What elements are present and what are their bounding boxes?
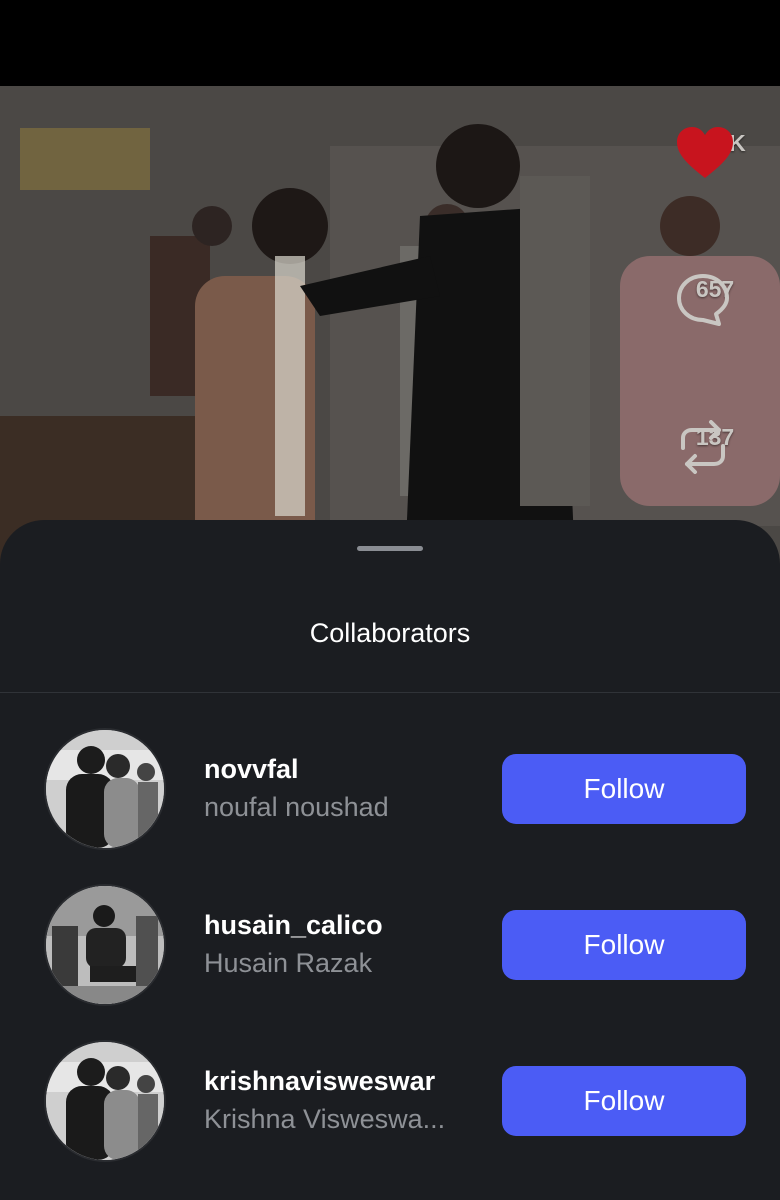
collaborator-name: Husain Razak [204,948,373,978]
collaborator-username[interactable]: husain_calico [204,910,383,941]
comment-icon [677,274,729,326]
heart-icon [677,127,733,178]
repost-icon [681,420,725,474]
avatar-photo [46,886,164,1004]
collaborator-username[interactable]: krishnavisweswar [204,1066,435,1097]
comment-action[interactable]: 657 [675,272,755,326]
collaborator-row: husain_calico Husain Razak Follow [0,884,780,1008]
follow-button[interactable]: Follow [502,910,746,980]
sheet-drag-handle[interactable] [357,546,423,551]
follow-button[interactable]: Follow [502,1066,746,1136]
avatar-photo [46,1042,164,1160]
sheet-title: Collaborators [309,618,471,648]
avatar[interactable] [44,1040,166,1162]
repost-action[interactable]: 137 [675,420,755,474]
collaborator-row: krishnavisweswar Krishna Visweswa... Fol… [0,1040,780,1164]
avatar[interactable] [44,728,166,850]
collaborator-username[interactable]: novvfal [204,754,299,785]
video-player[interactable]: 51.4K 657 137 [0,86,780,566]
collaborator-name: noufal noushad [204,792,389,822]
status-bar [0,0,780,86]
avatar-photo [46,730,164,848]
collaborator-row: novvfal noufal noushad Follow [0,728,780,852]
like-action[interactable]: 51.4K [675,126,755,178]
video-frame [0,86,780,566]
avatar[interactable] [44,884,166,1006]
follow-button[interactable]: Follow [502,754,746,824]
divider [0,692,780,693]
collaborator-name: Krishna Visweswa... [204,1104,446,1134]
collaborators-sheet: Collaborators novvfal noufal noushad Fol… [0,520,780,1200]
